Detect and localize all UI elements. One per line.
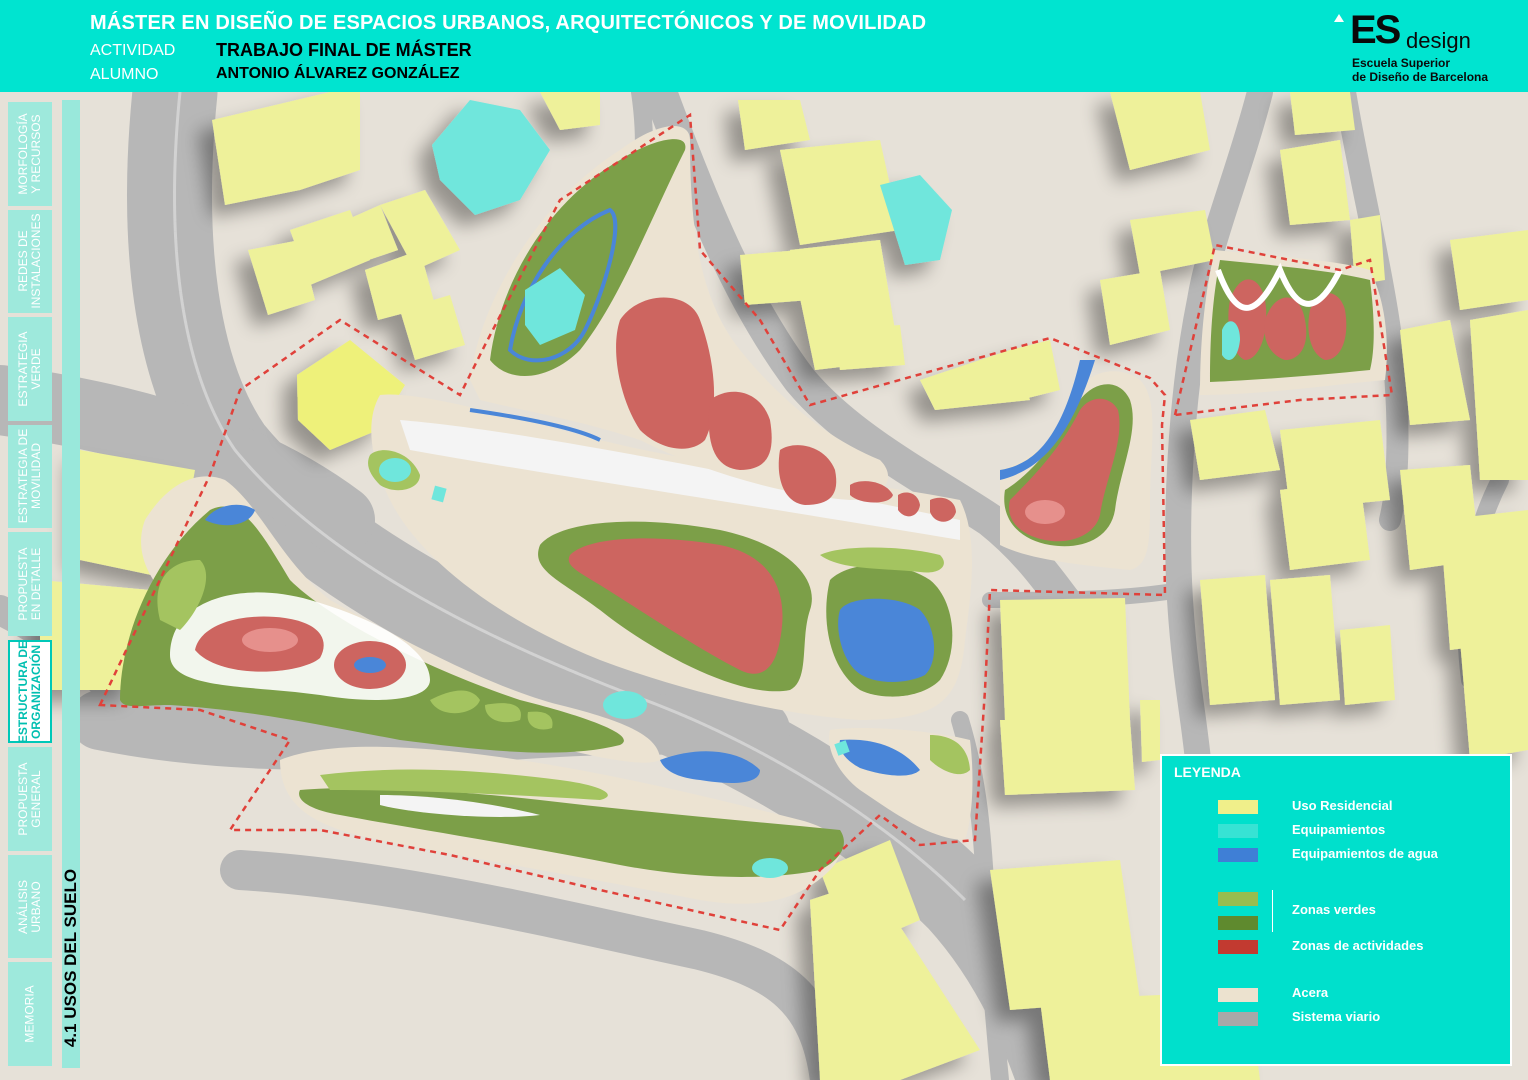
legend-label-activity: Zonas de actividades [1292, 938, 1424, 953]
sidebar-item-6[interactable]: ESTRUCTURA DE ORGANIZACIÓN [8, 639, 52, 744]
activity-label: ACTIVIDAD [90, 42, 176, 59]
legend-swatch-residential [1218, 800, 1258, 814]
legend-title: LEYENDA [1174, 764, 1241, 780]
sidebar-item-7[interactable]: PROPUESTA GENERAL [8, 747, 52, 851]
sidebar-item-2[interactable]: REDES DE INSTALACIONES [8, 209, 52, 314]
legend-label-sidewalk: Acera [1292, 985, 1329, 1000]
student-label: ALUMNO [90, 66, 159, 83]
sidebar-item-label: PROPUESTA GENERAL [16, 762, 43, 836]
sidebar-item-9[interactable]: MEMORIA [8, 962, 52, 1066]
sidebar-item-label: ESTRATEGIA DE MOVILIDAD [16, 429, 43, 524]
sidebar-item-4[interactable]: ESTRATEGIA DE MOVILIDAD [8, 424, 52, 529]
legend-swatch-green-dark [1218, 916, 1258, 930]
sidebar-item-label: ESTRATEGIA VERDE [16, 331, 43, 407]
header-bar: MÁSTER EN DISEÑO DE ESPACIOS URBANOS, AR… [0, 0, 1528, 92]
logo-line1: Escuela Superior [1352, 56, 1451, 70]
legend-label-water: Equipamientos de agua [1292, 846, 1438, 861]
legend-panel: LEYENDA Uso Residencial Equipamientos Eq… [1160, 754, 1512, 1066]
legend-bracket [1272, 890, 1273, 932]
activity-value: TRABAJO FINAL DE MÁSTER [216, 40, 472, 60]
sidebar-item-5[interactable]: PROPUESTA EN DETALLE [8, 532, 52, 636]
sidebar-item-3[interactable]: ESTRATEGIA VERDE [8, 317, 52, 421]
sidebar-item-label: REDES DE INSTALACIONES [16, 213, 43, 309]
sidebar-item-label: PROPUESTA EN DETALLE [16, 547, 43, 621]
student-value: ANTONIO ÁLVAREZ GONZÁLEZ [216, 65, 460, 82]
legend-label-residential: Uso Residencial [1292, 798, 1393, 813]
legend-swatch-road [1218, 1012, 1258, 1026]
legend-swatch-activity [1218, 940, 1258, 954]
legend-swatch-sidewalk [1218, 988, 1258, 1002]
logo-es: ES [1350, 8, 1401, 52]
legend-swatch-green-light [1218, 892, 1258, 906]
legend-label-equipment: Equipamientos [1292, 822, 1386, 837]
master-title: MÁSTER EN DISEÑO DE ESPACIOS URBANOS, AR… [90, 12, 927, 34]
logo-line2: de Diseño de Barcelona [1352, 70, 1489, 84]
logo-design: design [1406, 28, 1471, 53]
logo-triangle-icon [1334, 14, 1344, 22]
esdesign-logo: ES design Escuela Superior de Diseño de … [1334, 8, 1500, 88]
sidebar-item-label: ESTRUCTURA DE ORGANIZACIÓN [16, 640, 43, 743]
legend-label-green: Zonas verdes [1292, 902, 1376, 917]
sidebar-nav: MORFOLOGÍA Y RECURSOS REDES DE INSTALACIO… [8, 100, 52, 1068]
legend-swatch-water [1218, 848, 1258, 862]
sidebar-item-8[interactable]: ANÁLISIS URBANO [8, 854, 52, 959]
legend-swatch-equipment [1218, 824, 1258, 838]
legend-label-road: Sistema viario [1292, 1009, 1381, 1024]
section-title: 4.1 USOS DEL SUELO [61, 868, 80, 1048]
sidebar-item-label: MEMORIA [22, 985, 37, 1043]
sidebar-item-1[interactable]: MORFOLOGÍA Y RECURSOS [8, 102, 52, 206]
park-northeast [1200, 250, 1387, 395]
sidebar-item-label: ANÁLISIS URBANO [16, 879, 43, 934]
sidebar-item-label: MORFOLOGÍA Y RECURSOS [16, 113, 43, 195]
